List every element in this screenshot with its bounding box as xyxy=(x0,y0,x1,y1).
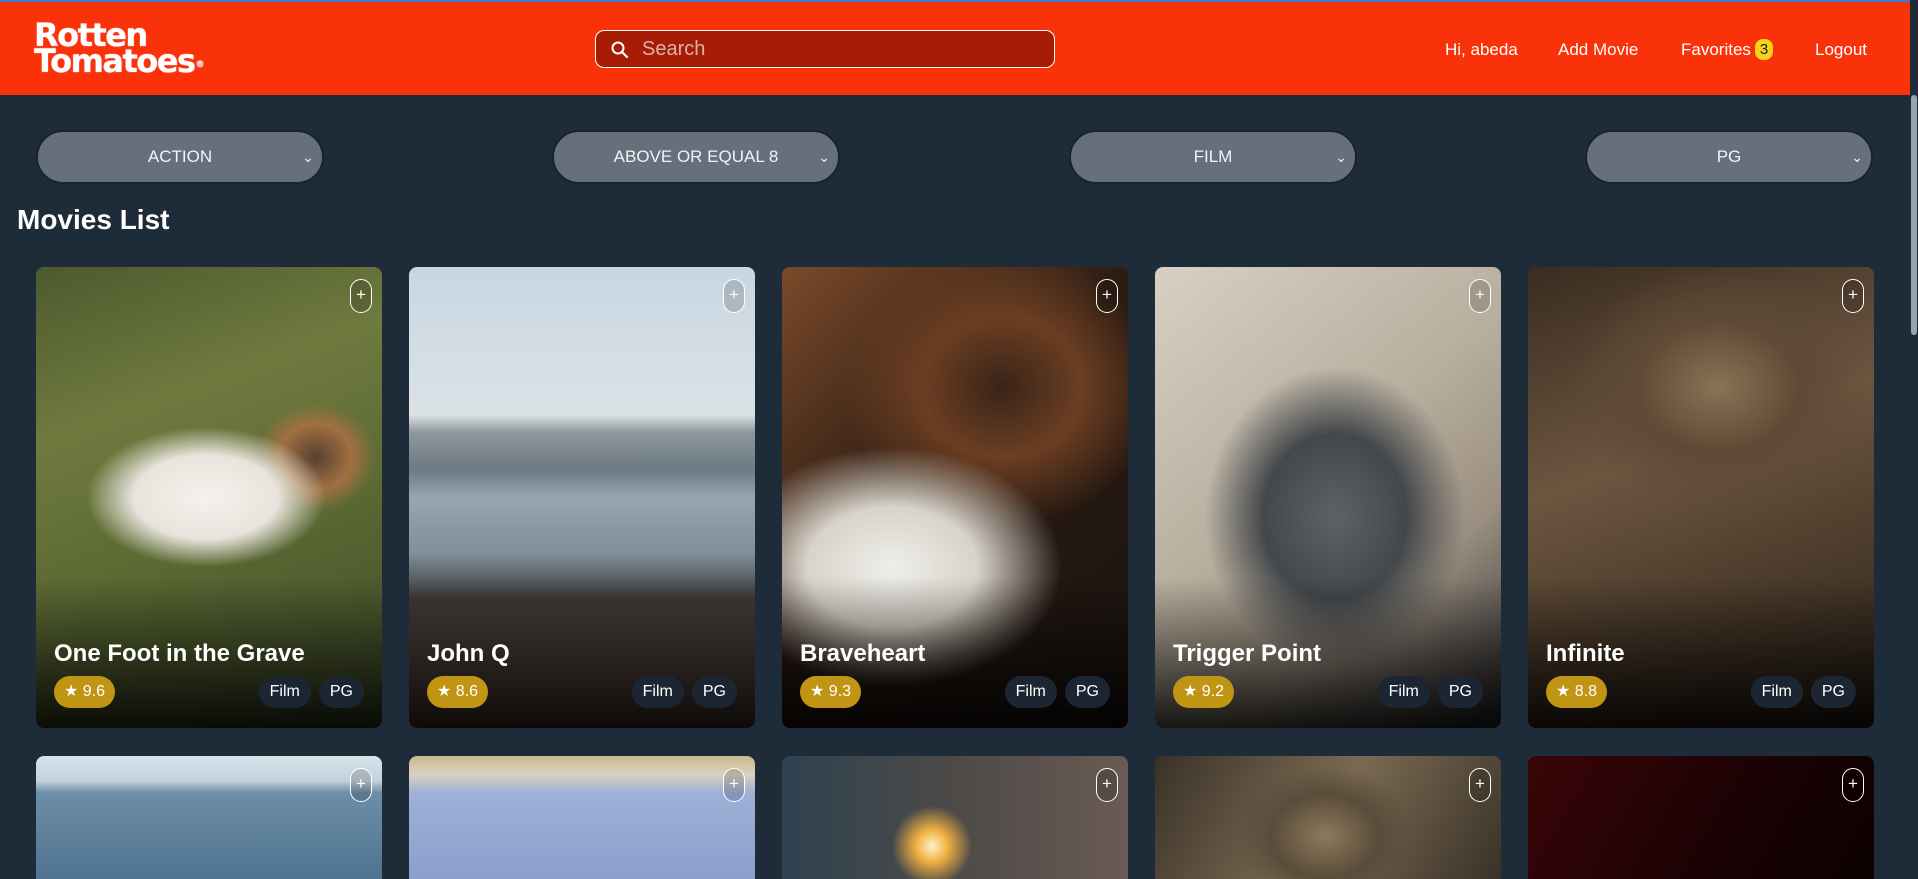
genre-filter-value: ACTION xyxy=(147,147,213,166)
top-navbar: Rotten Tomatoes ® Hi, abeda Add Movie Fa… xyxy=(0,2,1918,95)
rating-badge: ★ 9.2 xyxy=(1173,676,1235,708)
certification-tag: PG xyxy=(1810,676,1856,708)
movie-poster-image xyxy=(36,756,382,879)
chevron-down-icon: ⌄ xyxy=(1335,149,1347,165)
movie-tags: Film PG xyxy=(624,676,737,708)
logo-registered-mark: ® xyxy=(195,60,205,70)
movie-card[interactable]: + xyxy=(36,756,382,879)
add-to-favorites-button[interactable]: + xyxy=(1469,279,1491,313)
certification-filter-value: PG xyxy=(1716,147,1742,166)
movie-tags: Film PG xyxy=(1743,676,1856,708)
rating-badge: ★ 9.6 xyxy=(54,676,116,708)
add-to-favorites-button[interactable]: + xyxy=(1096,279,1118,313)
movie-poster-image xyxy=(1528,756,1874,879)
type-tag: Film xyxy=(1377,676,1430,708)
favorites-count-badge: 3 xyxy=(1754,39,1774,61)
logout-link[interactable]: Logout xyxy=(1815,40,1867,60)
movie-card[interactable]: + xyxy=(409,756,755,879)
add-to-favorites-button[interactable]: + xyxy=(350,768,372,802)
movie-poster-image xyxy=(1155,756,1501,879)
movie-card[interactable]: + John Q ★ 8.6 Film PG xyxy=(409,267,755,728)
movie-card[interactable]: + xyxy=(1528,756,1874,879)
rating-badge: ★ 8.6 xyxy=(427,676,489,708)
search-icon xyxy=(611,41,629,59)
rating-filter-value: ABOVE OR EQUAL 8 xyxy=(613,147,779,166)
rating-badge: ★ 8.8 xyxy=(1546,676,1608,708)
add-to-favorites-button[interactable]: + xyxy=(1842,768,1864,802)
type-tag: Film xyxy=(258,676,311,708)
search-input[interactable] xyxy=(640,31,1044,68)
search-box[interactable] xyxy=(595,30,1055,68)
movie-card[interactable]: + xyxy=(1155,756,1501,879)
certification-tag: PG xyxy=(318,676,364,708)
add-to-favorites-button[interactable]: + xyxy=(1096,768,1118,802)
add-to-favorites-button[interactable]: + xyxy=(723,279,745,313)
movie-card[interactable]: + Infinite ★ 8.8 Film PG xyxy=(1528,267,1874,728)
movie-card[interactable]: + Trigger Point ★ 9.2 Film PG xyxy=(1155,267,1501,728)
movie-poster-image xyxy=(409,756,755,879)
add-to-favorites-button[interactable]: + xyxy=(1469,768,1491,802)
page-title: Movies List xyxy=(17,204,170,235)
movie-title: Infinite xyxy=(1546,640,1625,667)
certification-tag: PG xyxy=(1064,676,1110,708)
type-tag: Film xyxy=(631,676,684,708)
chevron-down-icon: ⌄ xyxy=(818,149,830,165)
add-movie-link[interactable]: Add Movie xyxy=(1558,40,1638,60)
type-tag: Film xyxy=(1750,676,1803,708)
add-to-favorites-button[interactable]: + xyxy=(723,768,745,802)
genre-filter-select[interactable]: ACTION ⌄ xyxy=(36,130,324,184)
certification-tag: PG xyxy=(691,676,737,708)
user-greeting[interactable]: Hi, abeda xyxy=(1445,40,1518,60)
movie-title: John Q xyxy=(427,640,510,667)
rating-badge: ★ 9.3 xyxy=(800,676,862,708)
type-filter-value: FILM xyxy=(1193,147,1233,166)
movie-card[interactable]: + Braveheart ★ 9.3 Film PG xyxy=(782,267,1128,728)
movie-poster-image xyxy=(782,756,1128,879)
movie-tags: Film PG xyxy=(997,676,1110,708)
certification-filter-select[interactable]: PG ⌄ xyxy=(1585,130,1873,184)
rating-filter-select[interactable]: ABOVE OR EQUAL 8 ⌄ xyxy=(552,130,840,184)
movie-title: One Foot in the Grave xyxy=(54,640,305,667)
logo-line-2: Tomatoes xyxy=(34,42,196,80)
add-to-favorites-button[interactable]: + xyxy=(1842,279,1864,313)
scrollbar-thumb[interactable] xyxy=(1911,95,1917,335)
movie-card[interactable]: + One Foot in the Grave ★ 9.6 Film PG xyxy=(36,267,382,728)
movie-tags: Film PG xyxy=(251,676,364,708)
movie-card[interactable]: + xyxy=(782,756,1128,879)
type-filter-select[interactable]: FILM ⌄ xyxy=(1069,130,1357,184)
type-tag: Film xyxy=(1004,676,1057,708)
chevron-down-icon: ⌄ xyxy=(1851,149,1863,165)
chevron-down-icon: ⌄ xyxy=(302,149,314,165)
rotten-tomatoes-logo[interactable]: Rotten Tomatoes ® xyxy=(34,19,205,80)
movie-title: Braveheart xyxy=(800,640,926,667)
add-to-favorites-button[interactable]: + xyxy=(350,279,372,313)
movie-tags: Film PG xyxy=(1370,676,1483,708)
certification-tag: PG xyxy=(1437,676,1483,708)
favorites-label: Favorites xyxy=(1681,40,1751,59)
movie-title: Trigger Point xyxy=(1173,640,1322,667)
favorites-link[interactable]: Favorites 3 xyxy=(1681,39,1774,61)
